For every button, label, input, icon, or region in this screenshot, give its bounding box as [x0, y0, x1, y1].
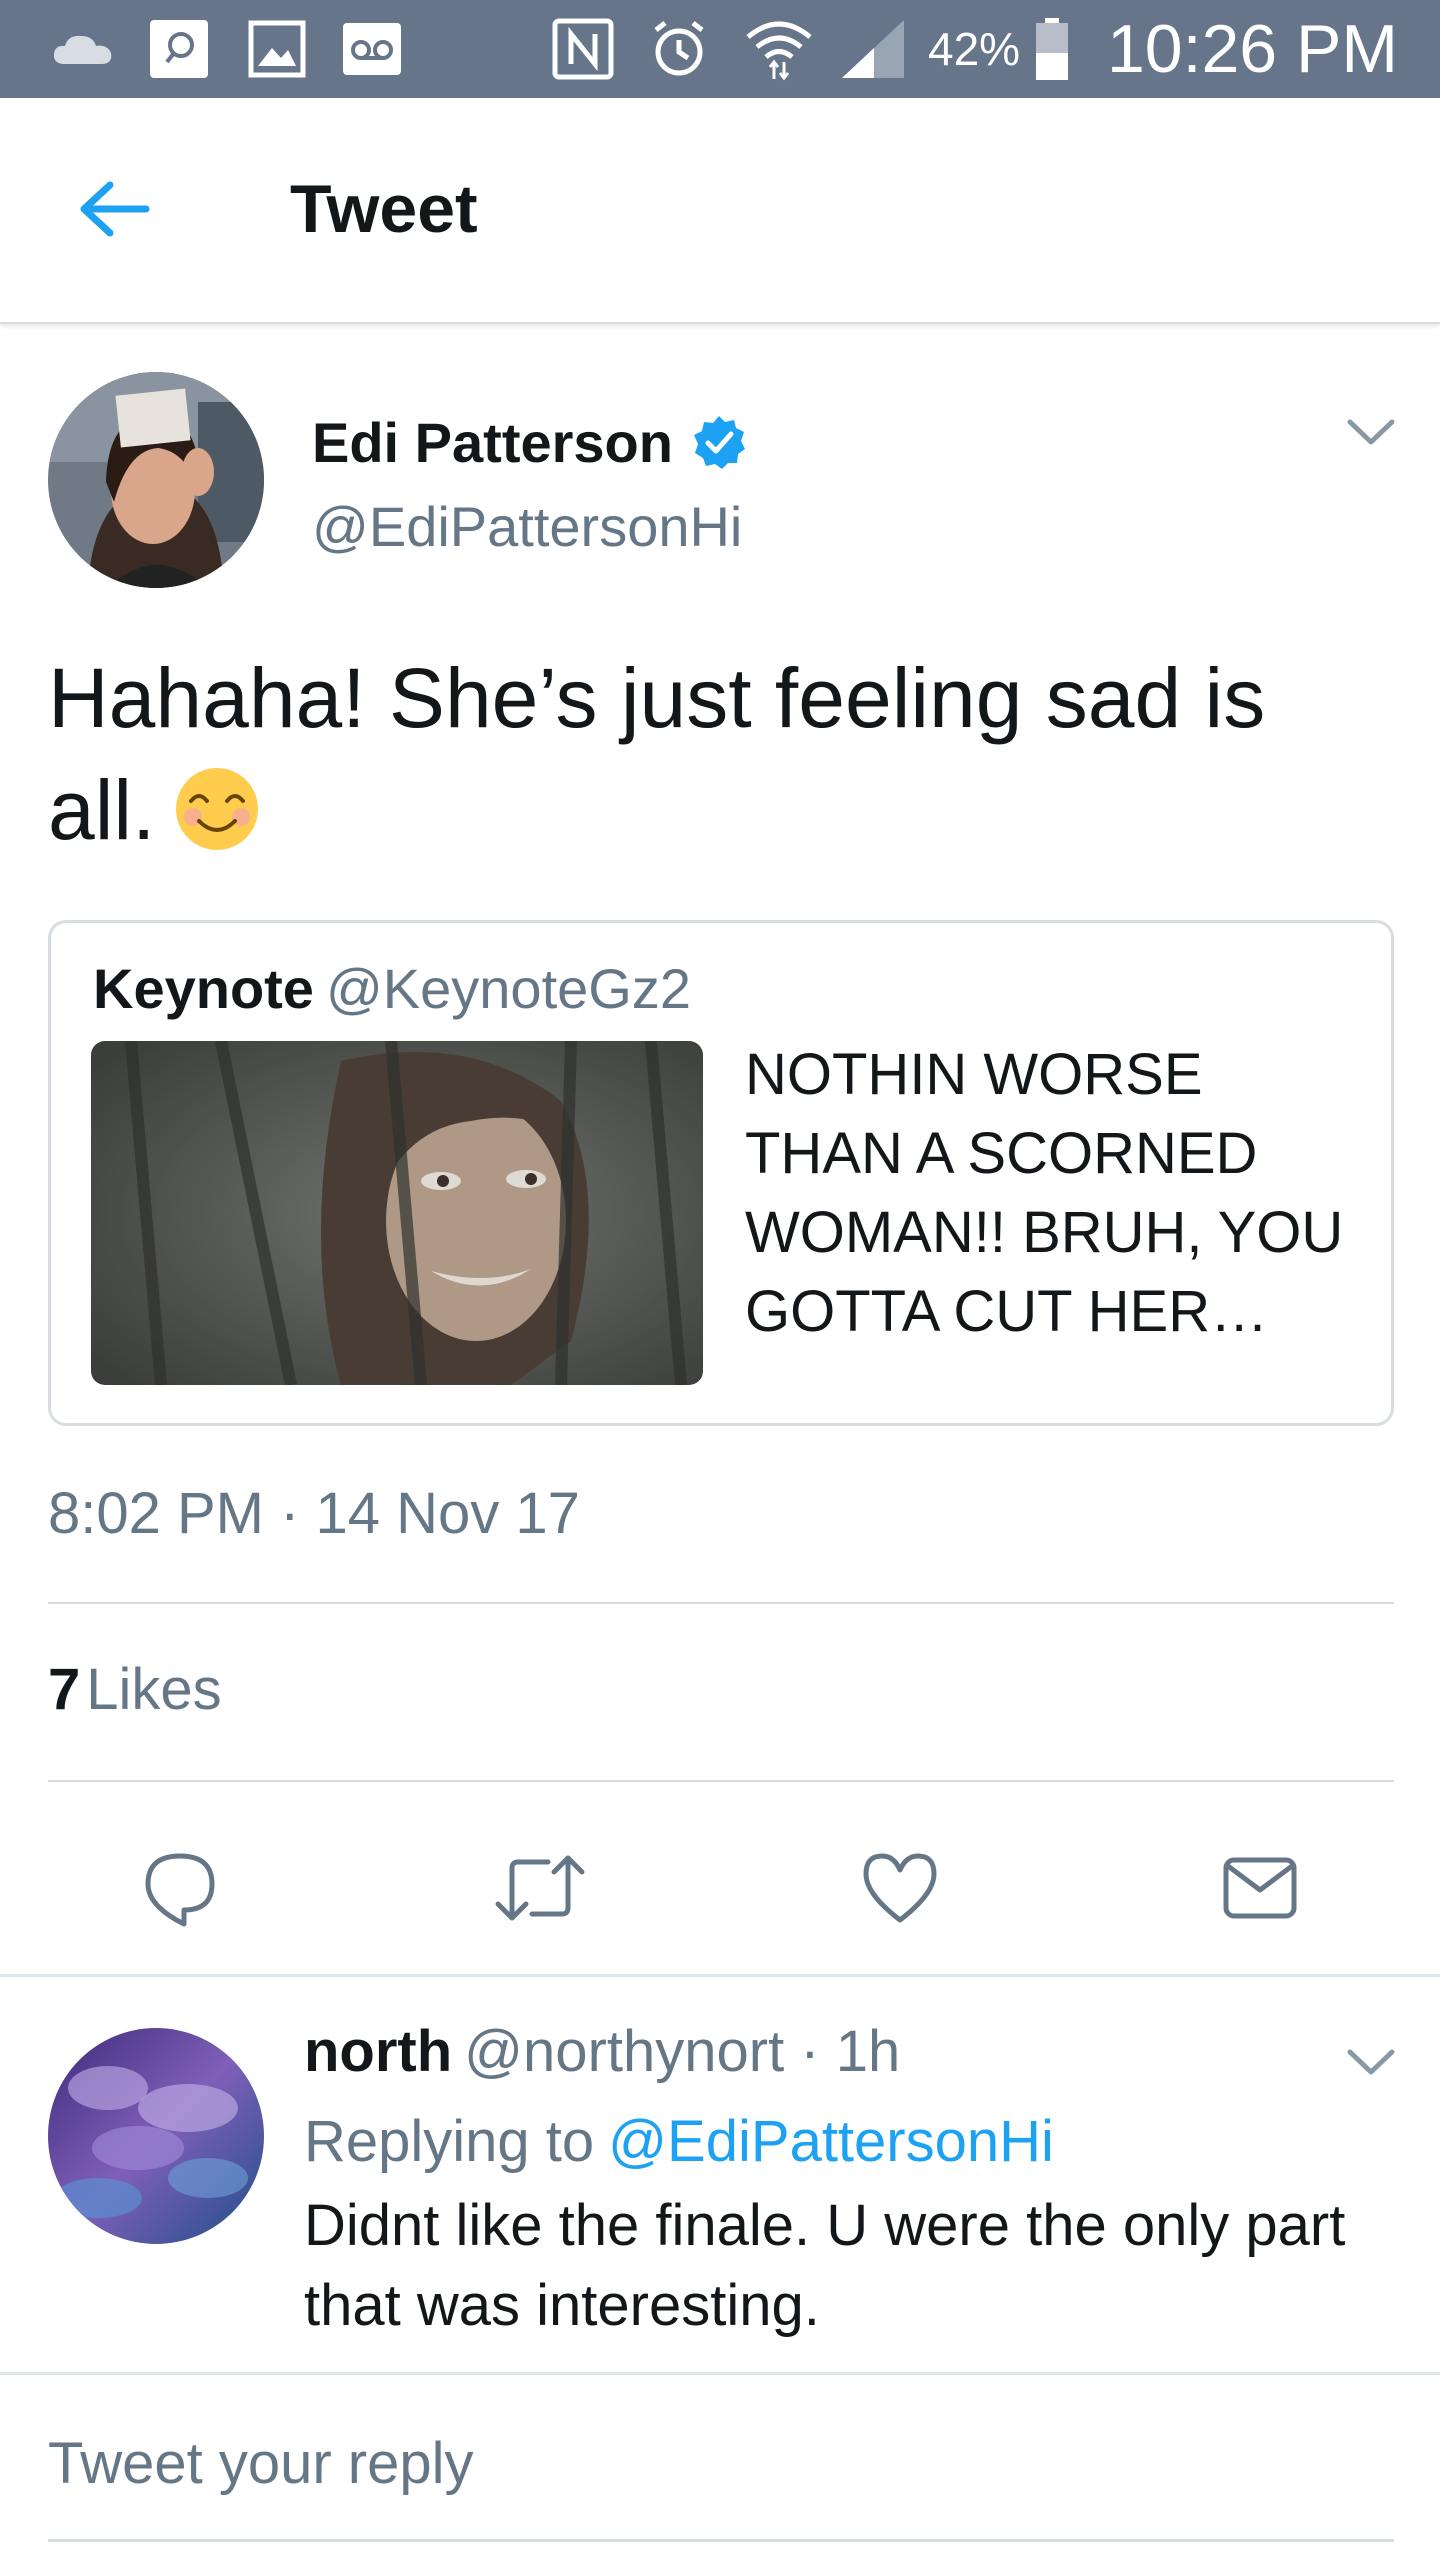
reply-input-placeholder: Tweet your reply	[48, 2431, 474, 2496]
quoted-tweet-image[interactable]	[91, 1041, 703, 1385]
share-button[interactable]	[1210, 1838, 1310, 1938]
signal-icon	[838, 0, 908, 98]
divider	[48, 1602, 1394, 1604]
mail-icon	[1223, 1857, 1297, 1919]
likes-label: Likes	[86, 1657, 222, 1722]
battery-percent: 42%	[928, 23, 1021, 75]
replying-to-handle[interactable]: @EdiPattersonHi	[608, 2109, 1054, 2174]
heart-icon	[863, 1853, 937, 1923]
reply-header: north @northynort · 1h	[304, 2014, 900, 2090]
status-time: 10:26 PM	[1106, 11, 1398, 87]
quoted-author-handle: @KeynoteGz2	[325, 957, 691, 1020]
reply-author-avatar[interactable]	[48, 2028, 264, 2244]
reply-author-name[interactable]: north	[304, 2019, 452, 2084]
app-header: Tweet	[0, 98, 1440, 324]
section-divider	[0, 2372, 1440, 2375]
section-divider	[0, 1974, 1440, 1977]
page-title: Tweet	[290, 171, 478, 247]
likes-row[interactable]: 7 Likes	[48, 1654, 222, 1726]
author-handle[interactable]: @EdiPattersonHi	[312, 492, 742, 562]
status-bar: 42% 10:26 PM	[0, 0, 1440, 98]
reply-meta: @northynort · 1h	[464, 2019, 901, 2084]
author-avatar[interactable]	[48, 372, 264, 588]
nfc-icon	[550, 0, 616, 98]
cloud-icon	[48, 0, 118, 98]
back-button[interactable]	[64, 164, 164, 254]
voicemail-icon	[338, 0, 406, 98]
reply-button[interactable]	[130, 1838, 230, 1938]
chevron-down-icon[interactable]	[1344, 412, 1398, 452]
reply-text: Didnt like the finale. U were the only p…	[304, 2193, 1346, 2338]
author-name[interactable]: Edi Patterson	[312, 410, 673, 475]
back-arrow-icon	[80, 181, 150, 237]
reply-icon	[145, 1853, 215, 1927]
divider	[48, 1780, 1394, 1782]
gallery-icon	[246, 0, 308, 98]
reply-input[interactable]: Tweet your reply	[48, 2424, 1394, 2542]
replying-to-line: Replying to @EdiPattersonHi	[304, 2104, 1054, 2180]
quoted-tweet-card[interactable]: Keynote @KeynoteGz2 NOTHIN WORSE THAN A S…	[48, 920, 1394, 1426]
battery-icon	[1032, 0, 1072, 98]
alarm-icon	[646, 0, 712, 98]
like-button[interactable]	[850, 1838, 950, 1938]
quoted-author-name: Keynote	[93, 957, 314, 1020]
verified-badge-icon	[693, 416, 745, 469]
likes-count: 7	[48, 1657, 81, 1722]
search-app-icon	[146, 0, 212, 98]
author-name-row: Edi Patterson	[312, 404, 747, 480]
wifi-icon	[742, 0, 816, 98]
quoted-tweet-text: NOTHIN WORSE THAN A SCORNED WOMAN!! BRUH…	[745, 1042, 1344, 1344]
tweet-text: Hahaha! She’s just feeling sad is all.	[48, 642, 1388, 866]
smiling-face-emoji-icon	[176, 768, 259, 850]
tweet-timestamp: 8:02 PM · 14 Nov 17	[48, 1481, 580, 1546]
retweet-icon	[495, 1855, 585, 1921]
replying-to-label: Replying to	[304, 2109, 595, 2174]
retweet-button[interactable]	[490, 1838, 590, 1938]
quoted-tweet-header: Keynote @KeynoteGz2	[93, 953, 691, 1025]
chevron-down-icon[interactable]	[1344, 2042, 1398, 2082]
